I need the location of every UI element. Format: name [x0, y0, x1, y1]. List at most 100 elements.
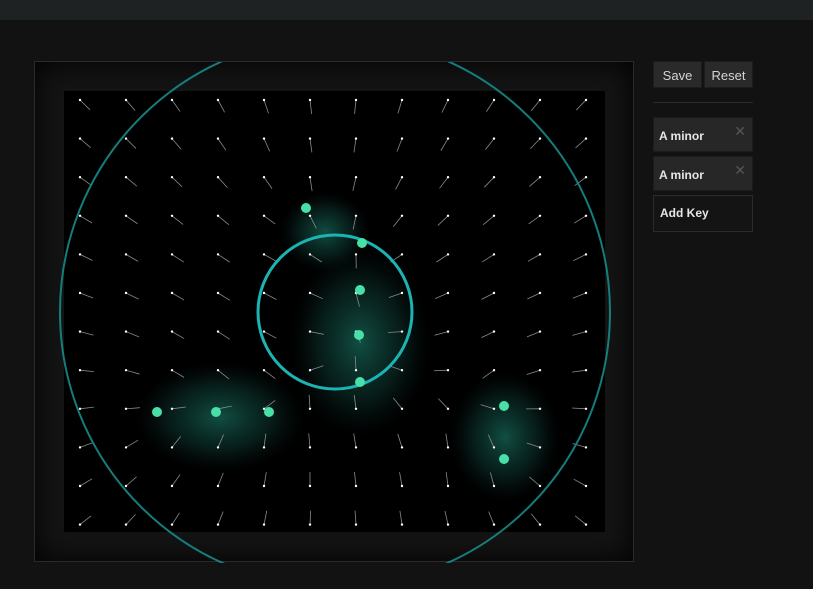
vector-dot: [584, 98, 588, 102]
field-node[interactable]: [357, 238, 367, 248]
vector-dot: [78, 330, 82, 333]
field-node[interactable]: [211, 407, 221, 417]
vector-dot: [262, 253, 266, 256]
vector-dot: [216, 330, 220, 333]
close-icon[interactable]: ✕: [734, 123, 746, 140]
vector-dot: [262, 137, 266, 140]
vector-dot: [216, 523, 220, 526]
vector-dot: [446, 98, 450, 102]
vector-dot: [78, 369, 82, 372]
vector-dot: [308, 407, 312, 410]
divider: [653, 102, 753, 103]
vector-dot: [170, 484, 174, 488]
key-item[interactable]: A minor ✕: [653, 117, 753, 152]
vector-dot: [124, 523, 128, 526]
key-item[interactable]: A minor ✕: [653, 156, 753, 191]
vector-dot: [400, 446, 404, 449]
vector-dot: [308, 330, 312, 333]
vector-dot: [446, 253, 450, 256]
vector-dot: [354, 369, 358, 372]
vector-dot: [308, 484, 312, 488]
vector-dot: [492, 523, 496, 526]
field-node[interactable]: [264, 407, 274, 417]
vector-dot: [400, 484, 404, 488]
vector-dot: [124, 137, 128, 140]
vector-dot: [584, 176, 588, 179]
vector-dot: [308, 523, 312, 526]
field-canvas[interactable]: [35, 62, 635, 563]
save-button[interactable]: Save: [653, 61, 702, 88]
vector-dot: [170, 330, 174, 333]
vector-dot: [170, 176, 174, 179]
vector-dot: [400, 253, 404, 256]
vector-dot: [400, 98, 404, 102]
vector-dot: [354, 446, 358, 449]
vector-dot: [308, 98, 312, 102]
vector-dot: [400, 330, 404, 333]
vector-dot: [584, 214, 588, 217]
field-node[interactable]: [499, 454, 509, 464]
vector-dot: [354, 484, 358, 488]
vector-dot: [538, 523, 542, 526]
vector-dot: [78, 214, 82, 217]
vector-dot: [78, 446, 82, 449]
vector-dot: [584, 369, 588, 372]
vector-dot: [354, 176, 358, 179]
close-icon[interactable]: ✕: [734, 162, 746, 179]
field-node[interactable]: [301, 203, 311, 213]
vector-dot: [216, 98, 220, 102]
vector-dot: [446, 330, 450, 333]
vector-dot: [78, 176, 82, 179]
vector-dot: [308, 214, 312, 217]
vector-dot: [584, 330, 588, 333]
key-label: A minor: [659, 168, 704, 182]
field-node[interactable]: [354, 330, 364, 340]
vector-dot: [584, 253, 588, 256]
vector-dot: [446, 484, 450, 488]
vector-dot: [124, 369, 128, 372]
vector-dot: [262, 176, 266, 179]
vector-dot: [538, 291, 542, 295]
vector-dot: [446, 523, 450, 526]
vector-dot: [262, 98, 266, 102]
field-node[interactable]: [499, 401, 509, 411]
vector-dot: [262, 484, 266, 488]
vector-dot: [124, 484, 128, 488]
add-key-button[interactable]: Add Key: [653, 195, 753, 232]
vector-dot: [492, 253, 496, 256]
vector-dot: [170, 253, 174, 256]
vector-dot: [262, 523, 266, 526]
vector-dot: [124, 407, 128, 410]
vector-dot: [492, 98, 496, 102]
field-node[interactable]: [355, 285, 365, 295]
vector-dot: [446, 446, 450, 449]
vector-dot: [538, 407, 542, 410]
field-canvas-frame[interactable]: [34, 61, 635, 563]
vector-dot: [308, 137, 312, 140]
vector-line: [433, 369, 449, 372]
vector-dot: [538, 253, 542, 256]
vector-dot: [584, 484, 588, 488]
vector-dot: [492, 484, 496, 488]
field-node[interactable]: [152, 407, 162, 417]
vector-dot: [354, 214, 358, 217]
vector-dot: [538, 446, 542, 449]
vector-dot: [170, 214, 174, 217]
vector-dot: [492, 291, 496, 295]
vector-dot: [216, 253, 220, 256]
vector-dot: [124, 253, 128, 256]
vector-dot: [492, 214, 496, 217]
field-node[interactable]: [355, 377, 365, 387]
vector-dot: [124, 291, 128, 295]
vector-dot: [170, 98, 174, 102]
vector-dot: [446, 369, 450, 372]
vector-dot: [124, 330, 128, 333]
top-bar: [0, 0, 813, 20]
vector-dot: [78, 253, 82, 256]
reset-button[interactable]: Reset: [704, 61, 753, 88]
vector-dot: [538, 137, 542, 140]
vector-dot: [492, 176, 496, 179]
vector-dot: [492, 446, 496, 449]
vector-dot: [492, 330, 496, 333]
vector-dot: [216, 176, 220, 179]
